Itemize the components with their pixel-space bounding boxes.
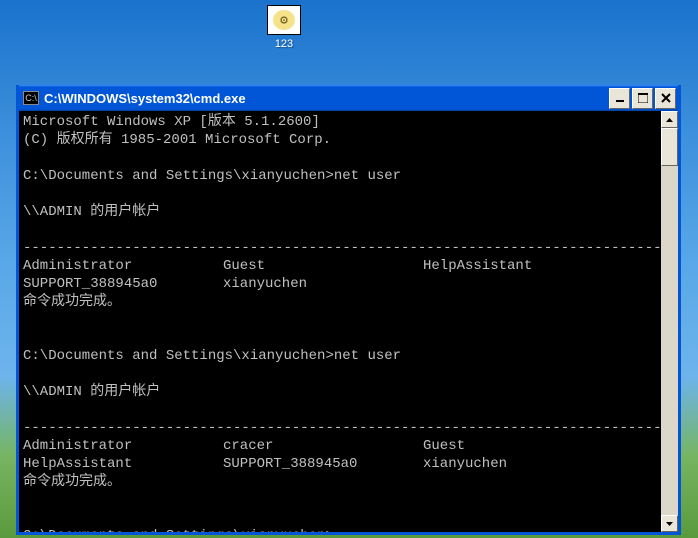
user-list-2-row-2: HelpAssistantSUPPORT_388945a0xianyuchen bbox=[23, 455, 657, 473]
success-msg-2: 命令成功完成。 bbox=[23, 474, 121, 490]
scroll-track[interactable] bbox=[661, 128, 678, 515]
prompt-2: C:\Documents and Settings\xianyuchen> bbox=[23, 348, 334, 364]
user-list-1-row-1: AdministratorGuestHelpAssistant bbox=[23, 257, 657, 275]
cmd-icon-text: C:\ bbox=[25, 93, 37, 103]
console-wrap: Microsoft Windows XP [版本 5.1.2600] (C) 版… bbox=[19, 111, 678, 532]
titlebar-buttons bbox=[609, 88, 676, 109]
console-output[interactable]: Microsoft Windows XP [版本 5.1.2600] (C) 版… bbox=[19, 111, 661, 532]
user-cell: xianyuchen bbox=[223, 275, 423, 293]
user-cell: SUPPORT_388945a0 bbox=[23, 275, 223, 293]
minimize-button[interactable] bbox=[609, 88, 630, 109]
user-cell: xianyuchen bbox=[423, 455, 657, 473]
gear-icon: ⚙ bbox=[273, 10, 295, 30]
cmd-icon: C:\ bbox=[23, 91, 39, 105]
success-msg-1: 命令成功完成。 bbox=[23, 294, 121, 310]
user-list-1-row-2: SUPPORT_388945a0xianyuchen bbox=[23, 275, 657, 293]
command-1: net user bbox=[334, 168, 401, 184]
scroll-thumb[interactable] bbox=[661, 128, 678, 166]
minimize-icon bbox=[615, 93, 625, 103]
user-cell: HelpAssistant bbox=[423, 257, 657, 275]
user-list-2-row-1: AdministratorcracerGuest bbox=[23, 437, 657, 455]
titlebar[interactable]: C:\ C:\WINDOWS\system32\cmd.exe bbox=[19, 85, 678, 111]
desktop-icon-123[interactable]: ⚙ 123 bbox=[260, 5, 308, 50]
user-cell: cracer bbox=[223, 437, 423, 455]
user-cell: SUPPORT_388945a0 bbox=[223, 455, 423, 473]
divider-2: ----------------------------------------… bbox=[23, 420, 661, 436]
user-cell: Guest bbox=[423, 437, 657, 455]
prompt-3: C:\Documents and Settings\xianyuchen> bbox=[23, 528, 334, 532]
section-header-2: \\ADMIN 的用户帐户 bbox=[23, 384, 160, 400]
close-button[interactable] bbox=[655, 88, 676, 109]
maximize-icon bbox=[638, 93, 648, 103]
maximize-button[interactable] bbox=[632, 88, 653, 109]
user-cell: Administrator bbox=[23, 437, 223, 455]
divider-1: ----------------------------------------… bbox=[23, 240, 661, 256]
cmd-window: C:\ C:\WINDOWS\system32\cmd.exe Microsof… bbox=[16, 85, 681, 535]
prompt-1: C:\Documents and Settings\xianyuchen> bbox=[23, 168, 334, 184]
user-cell: Administrator bbox=[23, 257, 223, 275]
user-cell: HelpAssistant bbox=[23, 455, 223, 473]
scroll-down-button[interactable] bbox=[661, 515, 678, 532]
section-header-1: \\ADMIN 的用户帐户 bbox=[23, 204, 160, 220]
header-line-2: (C) 版权所有 1985-2001 Microsoft Corp. bbox=[23, 132, 331, 148]
command-2: net user bbox=[334, 348, 401, 364]
close-icon bbox=[661, 93, 671, 103]
chevron-down-icon bbox=[666, 522, 673, 526]
desktop-icon-label: 123 bbox=[275, 38, 293, 50]
chevron-up-icon bbox=[666, 118, 673, 122]
scrollbar[interactable] bbox=[661, 111, 678, 532]
window-title: C:\WINDOWS\system32\cmd.exe bbox=[44, 91, 609, 106]
user-cell: Guest bbox=[223, 257, 423, 275]
scroll-up-button[interactable] bbox=[661, 111, 678, 128]
icon-background: ⚙ bbox=[267, 5, 301, 35]
user-cell bbox=[423, 275, 657, 293]
header-line-1: Microsoft Windows XP [版本 5.1.2600] bbox=[23, 114, 320, 130]
